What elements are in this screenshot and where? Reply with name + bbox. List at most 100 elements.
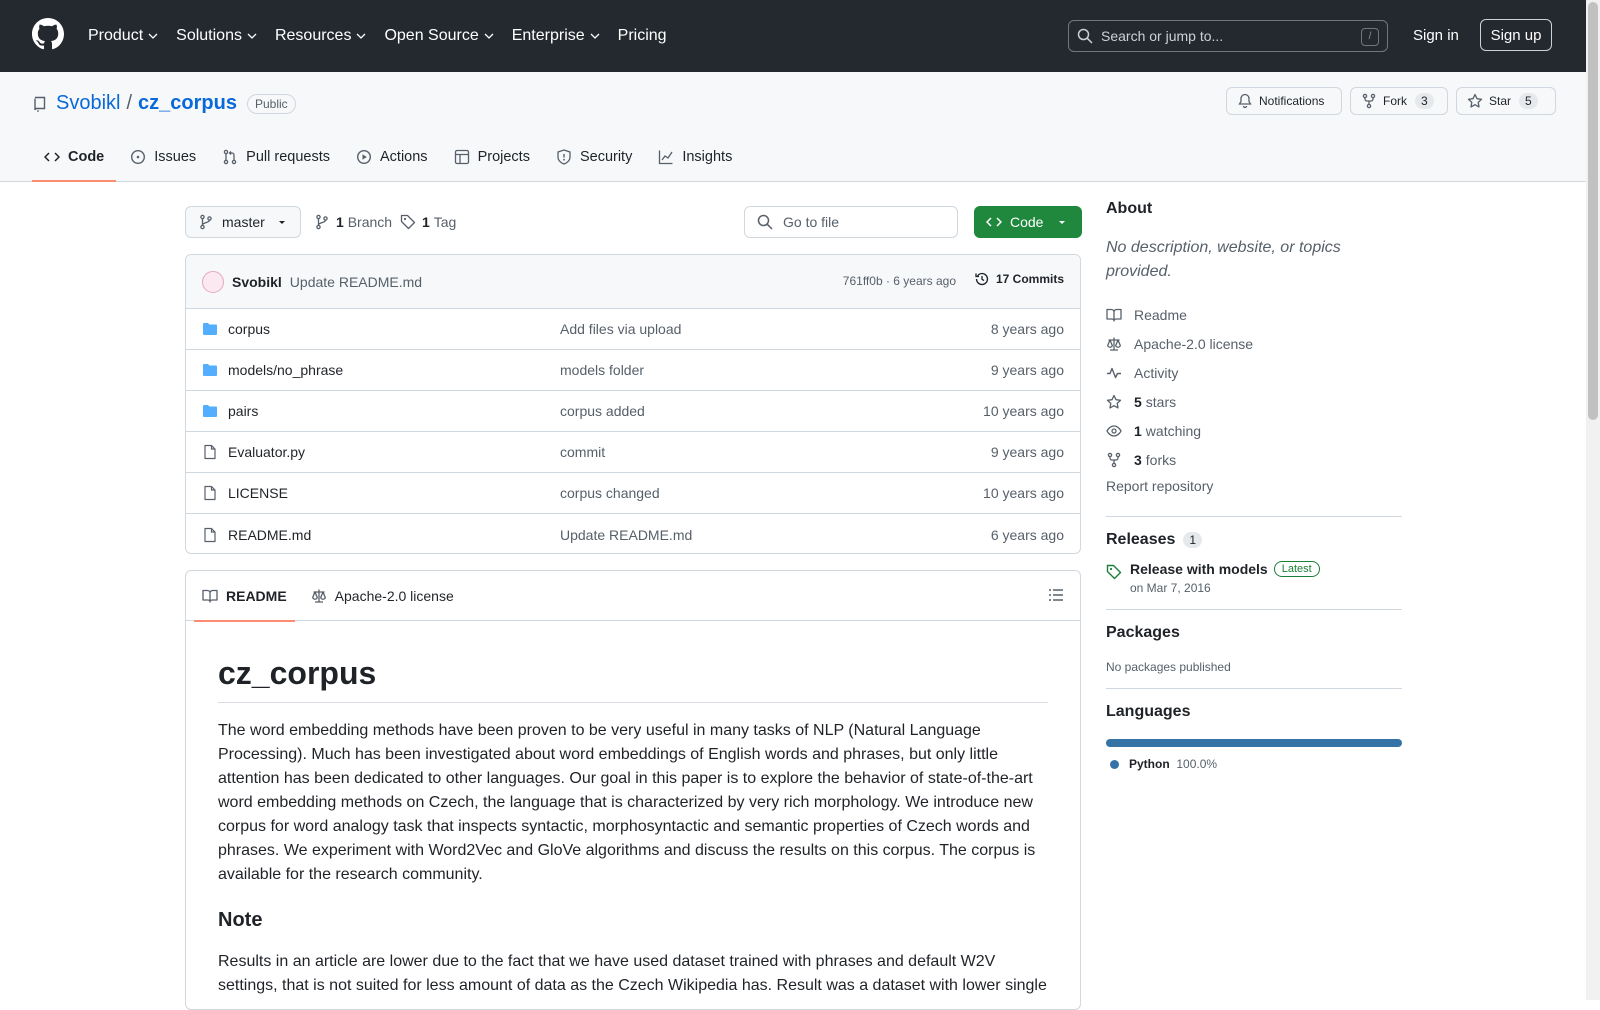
search-icon bbox=[1077, 28, 1093, 44]
file-date: 6 years ago bbox=[990, 526, 1064, 543]
file-date: 9 years ago bbox=[990, 444, 1064, 460]
chevron-down-icon bbox=[590, 33, 600, 39]
law-icon bbox=[1107, 337, 1121, 351]
activity-link[interactable]: Activity bbox=[1106, 358, 1402, 387]
readme-content: cz_corpus The word embedding methods hav… bbox=[186, 621, 1080, 1009]
release-item[interactable]: Release with models Latest on Mar 7, 201… bbox=[1106, 561, 1402, 595]
packages-heading[interactable]: Packages bbox=[1106, 624, 1402, 642]
visibility-badge: Public bbox=[246, 93, 296, 114]
star-button[interactable]: Star 5 bbox=[1456, 87, 1556, 115]
commit-message[interactable]: Update README.md bbox=[290, 274, 422, 290]
file-commit-message[interactable]: Add files via upload bbox=[560, 321, 681, 337]
fork-icon bbox=[1107, 452, 1121, 467]
file-commit-message[interactable]: models folder bbox=[560, 362, 644, 378]
report-repository-link[interactable]: Report repository bbox=[1106, 478, 1402, 502]
search-shortcut: / bbox=[1361, 28, 1379, 46]
stars-link[interactable]: 5 stars bbox=[1106, 387, 1402, 416]
shield-icon bbox=[557, 149, 571, 165]
nav-pricing[interactable]: Pricing bbox=[618, 27, 667, 45]
releases-header: Releases 1 bbox=[1106, 531, 1402, 549]
commits-link[interactable]: 17 Commits bbox=[974, 271, 1064, 287]
tab-license[interactable]: Apache-2.0 license bbox=[303, 571, 462, 621]
file-row[interactable]: pairs corpus added 10 years ago bbox=[186, 391, 1080, 432]
language-color-dot bbox=[1110, 759, 1119, 769]
sidebar: About No description, website, or topics… bbox=[1106, 200, 1402, 771]
releases-heading[interactable]: Releases bbox=[1106, 531, 1175, 549]
tab-security[interactable]: Security bbox=[544, 132, 644, 182]
fork-button[interactable]: Fork 3 bbox=[1350, 87, 1448, 115]
scrollbar[interactable] bbox=[1586, 0, 1600, 1000]
global-header: Product Solutions Resources Open Source … bbox=[0, 0, 1586, 72]
list-icon[interactable] bbox=[1048, 587, 1064, 603]
go-to-file-input[interactable]: Go to file bbox=[744, 206, 958, 238]
sign-up-button[interactable]: Sign up bbox=[1480, 19, 1552, 51]
tab-readme[interactable]: README bbox=[194, 571, 295, 622]
nav-solutions[interactable]: Solutions bbox=[176, 27, 257, 45]
tab-issues[interactable]: Issues bbox=[118, 132, 208, 182]
star-icon bbox=[1467, 93, 1483, 108]
history-icon bbox=[975, 272, 989, 286]
file-name[interactable]: LICENSE bbox=[228, 485, 288, 501]
scrollbar-thumb[interactable] bbox=[1588, 2, 1598, 420]
tags-link[interactable]: 1 Tag bbox=[400, 214, 456, 230]
tab-pull-requests[interactable]: Pull requests bbox=[210, 132, 342, 182]
tag-icon bbox=[1106, 564, 1122, 580]
file-commit-message[interactable]: Update README.md bbox=[560, 527, 692, 543]
file-name[interactable]: pairs bbox=[228, 403, 258, 419]
global-nav: Product Solutions Resources Open Source … bbox=[88, 0, 685, 72]
license-link[interactable]: Apache-2.0 license bbox=[1106, 329, 1402, 358]
file-commit-message[interactable]: corpus changed bbox=[560, 485, 660, 501]
caret-down-icon bbox=[278, 221, 285, 224]
chevron-down-icon bbox=[247, 33, 257, 39]
nav-enterprise[interactable]: Enterprise bbox=[512, 27, 600, 45]
file-name[interactable]: Evaluator.py bbox=[228, 444, 305, 460]
forks-link[interactable]: 3 forks bbox=[1106, 445, 1402, 474]
chevron-down-icon bbox=[356, 33, 366, 39]
branch-select-button[interactable]: master bbox=[185, 206, 301, 238]
search-input[interactable]: Search or jump to... / bbox=[1068, 20, 1388, 52]
notifications-button[interactable]: Notifications bbox=[1226, 87, 1342, 115]
repo-tabs: Code Issues Pull requests Actions Projec… bbox=[32, 132, 746, 182]
file-row[interactable]: models/no_phrase models folder 9 years ago bbox=[186, 350, 1080, 391]
branches-link[interactable]: 1 Branch bbox=[314, 214, 392, 230]
github-logo-icon[interactable] bbox=[32, 18, 64, 50]
repo-owner-link[interactable]: Svobikl bbox=[56, 92, 120, 115]
tab-actions[interactable]: Actions bbox=[344, 132, 440, 182]
watching-link[interactable]: 1 watching bbox=[1106, 416, 1402, 445]
repo-name-link[interactable]: cz_corpus bbox=[138, 92, 237, 115]
tab-projects[interactable]: Projects bbox=[442, 132, 542, 182]
commit-author[interactable]: Svobikl bbox=[232, 274, 282, 290]
file-icon bbox=[204, 527, 216, 542]
file-row[interactable]: README.md Update README.md 6 years ago bbox=[186, 514, 1080, 553]
file-name[interactable]: README.md bbox=[228, 527, 311, 543]
file-row[interactable]: LICENSE corpus changed 10 years ago bbox=[186, 473, 1080, 514]
file-name[interactable]: models/no_phrase bbox=[228, 362, 343, 378]
tab-insights[interactable]: Insights bbox=[646, 132, 744, 182]
nav-open-source[interactable]: Open Source bbox=[384, 27, 494, 45]
file-commit-message[interactable]: commit bbox=[560, 444, 605, 460]
bell-icon bbox=[1238, 93, 1252, 109]
commit-meta[interactable]: 761ff0b · 6 years ago bbox=[843, 274, 956, 288]
language-item[interactable]: Python 100.0% bbox=[1106, 757, 1402, 771]
repo-title: Svobikl / cz_corpus Public bbox=[32, 92, 296, 115]
code-icon bbox=[44, 152, 60, 162]
avatar[interactable] bbox=[202, 270, 224, 293]
file-name[interactable]: corpus bbox=[228, 321, 270, 337]
divider bbox=[1106, 516, 1402, 517]
sign-in-link[interactable]: Sign in bbox=[1413, 27, 1459, 44]
file-commit-message[interactable]: corpus added bbox=[560, 403, 645, 419]
tab-code[interactable]: Code bbox=[32, 132, 117, 182]
readme-link[interactable]: Readme bbox=[1106, 300, 1402, 329]
nav-resources[interactable]: Resources bbox=[275, 27, 366, 45]
code-dropdown-button[interactable]: Code bbox=[974, 206, 1082, 238]
release-title[interactable]: Release with models bbox=[1130, 561, 1268, 577]
file-row[interactable]: Evaluator.py commit 9 years ago bbox=[186, 432, 1080, 473]
repo-header: Svobikl / cz_corpus Public Notifications… bbox=[0, 72, 1586, 182]
search-icon bbox=[757, 214, 773, 230]
folder-icon bbox=[203, 364, 217, 376]
eye-icon bbox=[1106, 424, 1122, 437]
search-placeholder: Search or jump to... bbox=[1101, 28, 1224, 44]
nav-product[interactable]: Product bbox=[88, 27, 158, 45]
languages-heading: Languages bbox=[1106, 703, 1191, 720]
file-row[interactable]: corpus Add files via upload 8 years ago bbox=[186, 309, 1080, 350]
